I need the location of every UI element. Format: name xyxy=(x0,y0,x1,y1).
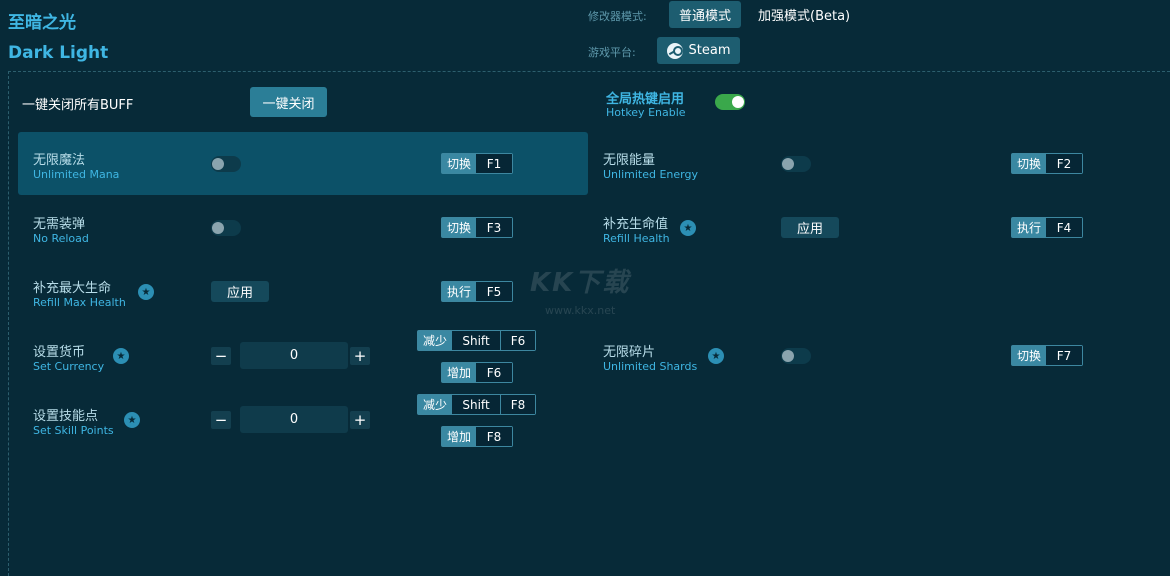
cheat-name-cn: 无限魔法 xyxy=(33,153,86,168)
refill-max-health-apply-button[interactable]: 应用 xyxy=(211,281,269,302)
hotkey-action: 增加 xyxy=(442,363,477,382)
hotkey-key: F2 xyxy=(1046,154,1083,173)
skill-points-decrement-button[interactable]: − xyxy=(211,411,231,429)
cheat-name-en: Refill Max Health xyxy=(33,296,126,309)
skill-points-increase-hotkey[interactable]: 增加 F8 xyxy=(441,426,514,447)
hotkey-action: 执行 xyxy=(1012,218,1047,237)
steam-icon xyxy=(666,42,683,59)
watermark-url: www.kkx.net xyxy=(545,304,616,317)
app-title-cn: 至暗之光 xyxy=(8,13,76,33)
app-title-en: Dark Light xyxy=(8,43,109,63)
hotkey-action: 切换 xyxy=(1012,346,1047,365)
hotkey-key: F7 xyxy=(1046,346,1083,365)
watermark-logo: KK下载 xyxy=(530,268,631,298)
currency-decrease-hotkey[interactable]: 减少 Shift F6 xyxy=(417,330,537,351)
platform-name: Steam xyxy=(688,43,731,58)
hotkey-modifier: Shift xyxy=(452,395,501,414)
cheat-name-en: Unlimited Mana xyxy=(33,168,120,181)
cheat-name-en: Unlimited Shards xyxy=(603,360,698,373)
unlimited-mana-hotkey[interactable]: 切换 F1 xyxy=(441,153,514,174)
unlimited-shards-hotkey[interactable]: 切换 F7 xyxy=(1011,345,1084,366)
unlimited-energy-hotkey[interactable]: 切换 F2 xyxy=(1011,153,1084,174)
hotkey-action: 减少 xyxy=(418,395,453,414)
refill-health-hotkey[interactable]: 执行 F4 xyxy=(1011,217,1084,238)
cheat-name-cn: 设置货币 xyxy=(33,345,86,360)
hotkey-action: 切换 xyxy=(442,218,477,237)
cheat-name-en: Unlimited Energy xyxy=(603,168,698,181)
unlimited-energy-toggle[interactable] xyxy=(781,156,811,172)
enhanced-mode-button[interactable]: 加强模式(Beta) xyxy=(752,1,856,28)
cheat-name-cn: 无限碎片 xyxy=(603,345,656,360)
unlimited-shards-toggle[interactable] xyxy=(781,348,811,364)
cheat-name-en: Set Currency xyxy=(33,360,105,373)
unlimited-mana-toggle[interactable] xyxy=(211,156,241,172)
star-icon: ★ xyxy=(708,348,724,364)
cheat-name-en: No Reload xyxy=(33,232,89,245)
cheat-name-cn: 补充最大生命 xyxy=(33,281,112,296)
refill-health-apply-button[interactable]: 应用 xyxy=(781,217,839,238)
hotkey-enable-toggle[interactable] xyxy=(715,94,745,110)
hotkey-key: F1 xyxy=(476,154,513,173)
cheat-name-en: Refill Health xyxy=(603,232,670,245)
star-icon: ★ xyxy=(138,284,154,300)
close-all-button[interactable]: 一键关闭 xyxy=(250,87,327,117)
hotkey-action: 切换 xyxy=(442,154,477,173)
close-all-buff-label: 一键关闭所有BUFF xyxy=(22,98,134,113)
hotkey-key: F6 xyxy=(476,363,513,382)
star-icon: ★ xyxy=(680,220,696,236)
skill-points-increment-button[interactable]: + xyxy=(350,411,370,429)
hotkey-key: F8 xyxy=(476,427,513,446)
hotkey-action: 增加 xyxy=(442,427,477,446)
cheat-name-cn: 设置技能点 xyxy=(33,409,99,424)
hotkey-key: F8 xyxy=(500,395,536,414)
no-reload-toggle[interactable] xyxy=(211,220,241,236)
hotkey-modifier: Shift xyxy=(452,331,501,350)
hotkey-enable-label-cn: 全局热键启用 xyxy=(606,92,685,107)
cheat-name-en: Set Skill Points xyxy=(33,424,114,437)
currency-increment-button[interactable]: + xyxy=(350,347,370,365)
refill-max-health-hotkey[interactable]: 执行 F5 xyxy=(441,281,514,302)
cheat-name-cn: 无需装弹 xyxy=(33,217,86,232)
hotkey-key: F4 xyxy=(1046,218,1083,237)
hotkey-key: F6 xyxy=(500,331,536,350)
currency-decrement-button[interactable]: − xyxy=(211,347,231,365)
currency-value-input[interactable]: 0 xyxy=(240,342,348,369)
steam-platform-button[interactable]: Steam xyxy=(657,37,740,64)
hotkey-key: F5 xyxy=(476,282,513,301)
star-icon: ★ xyxy=(124,412,140,428)
platform-label: 游戏平台: xyxy=(588,46,636,59)
hotkey-action: 减少 xyxy=(418,331,453,350)
skill-points-decrease-hotkey[interactable]: 减少 Shift F8 xyxy=(417,394,537,415)
star-icon: ★ xyxy=(113,348,129,364)
cheat-name-cn: 无限能量 xyxy=(603,153,656,168)
hotkey-action: 切换 xyxy=(1012,154,1047,173)
mode-label: 修改器模式: xyxy=(588,10,647,23)
hotkey-action: 执行 xyxy=(442,282,477,301)
currency-increase-hotkey[interactable]: 增加 F6 xyxy=(441,362,514,383)
normal-mode-button[interactable]: 普通模式 xyxy=(669,1,741,28)
hotkey-key: F3 xyxy=(476,218,513,237)
no-reload-hotkey[interactable]: 切换 F3 xyxy=(441,217,514,238)
hotkey-enable-label-en: Hotkey Enable xyxy=(606,106,686,119)
cheat-name-cn: 补充生命值 xyxy=(603,217,669,232)
skill-points-value-input[interactable]: 0 xyxy=(240,406,348,433)
